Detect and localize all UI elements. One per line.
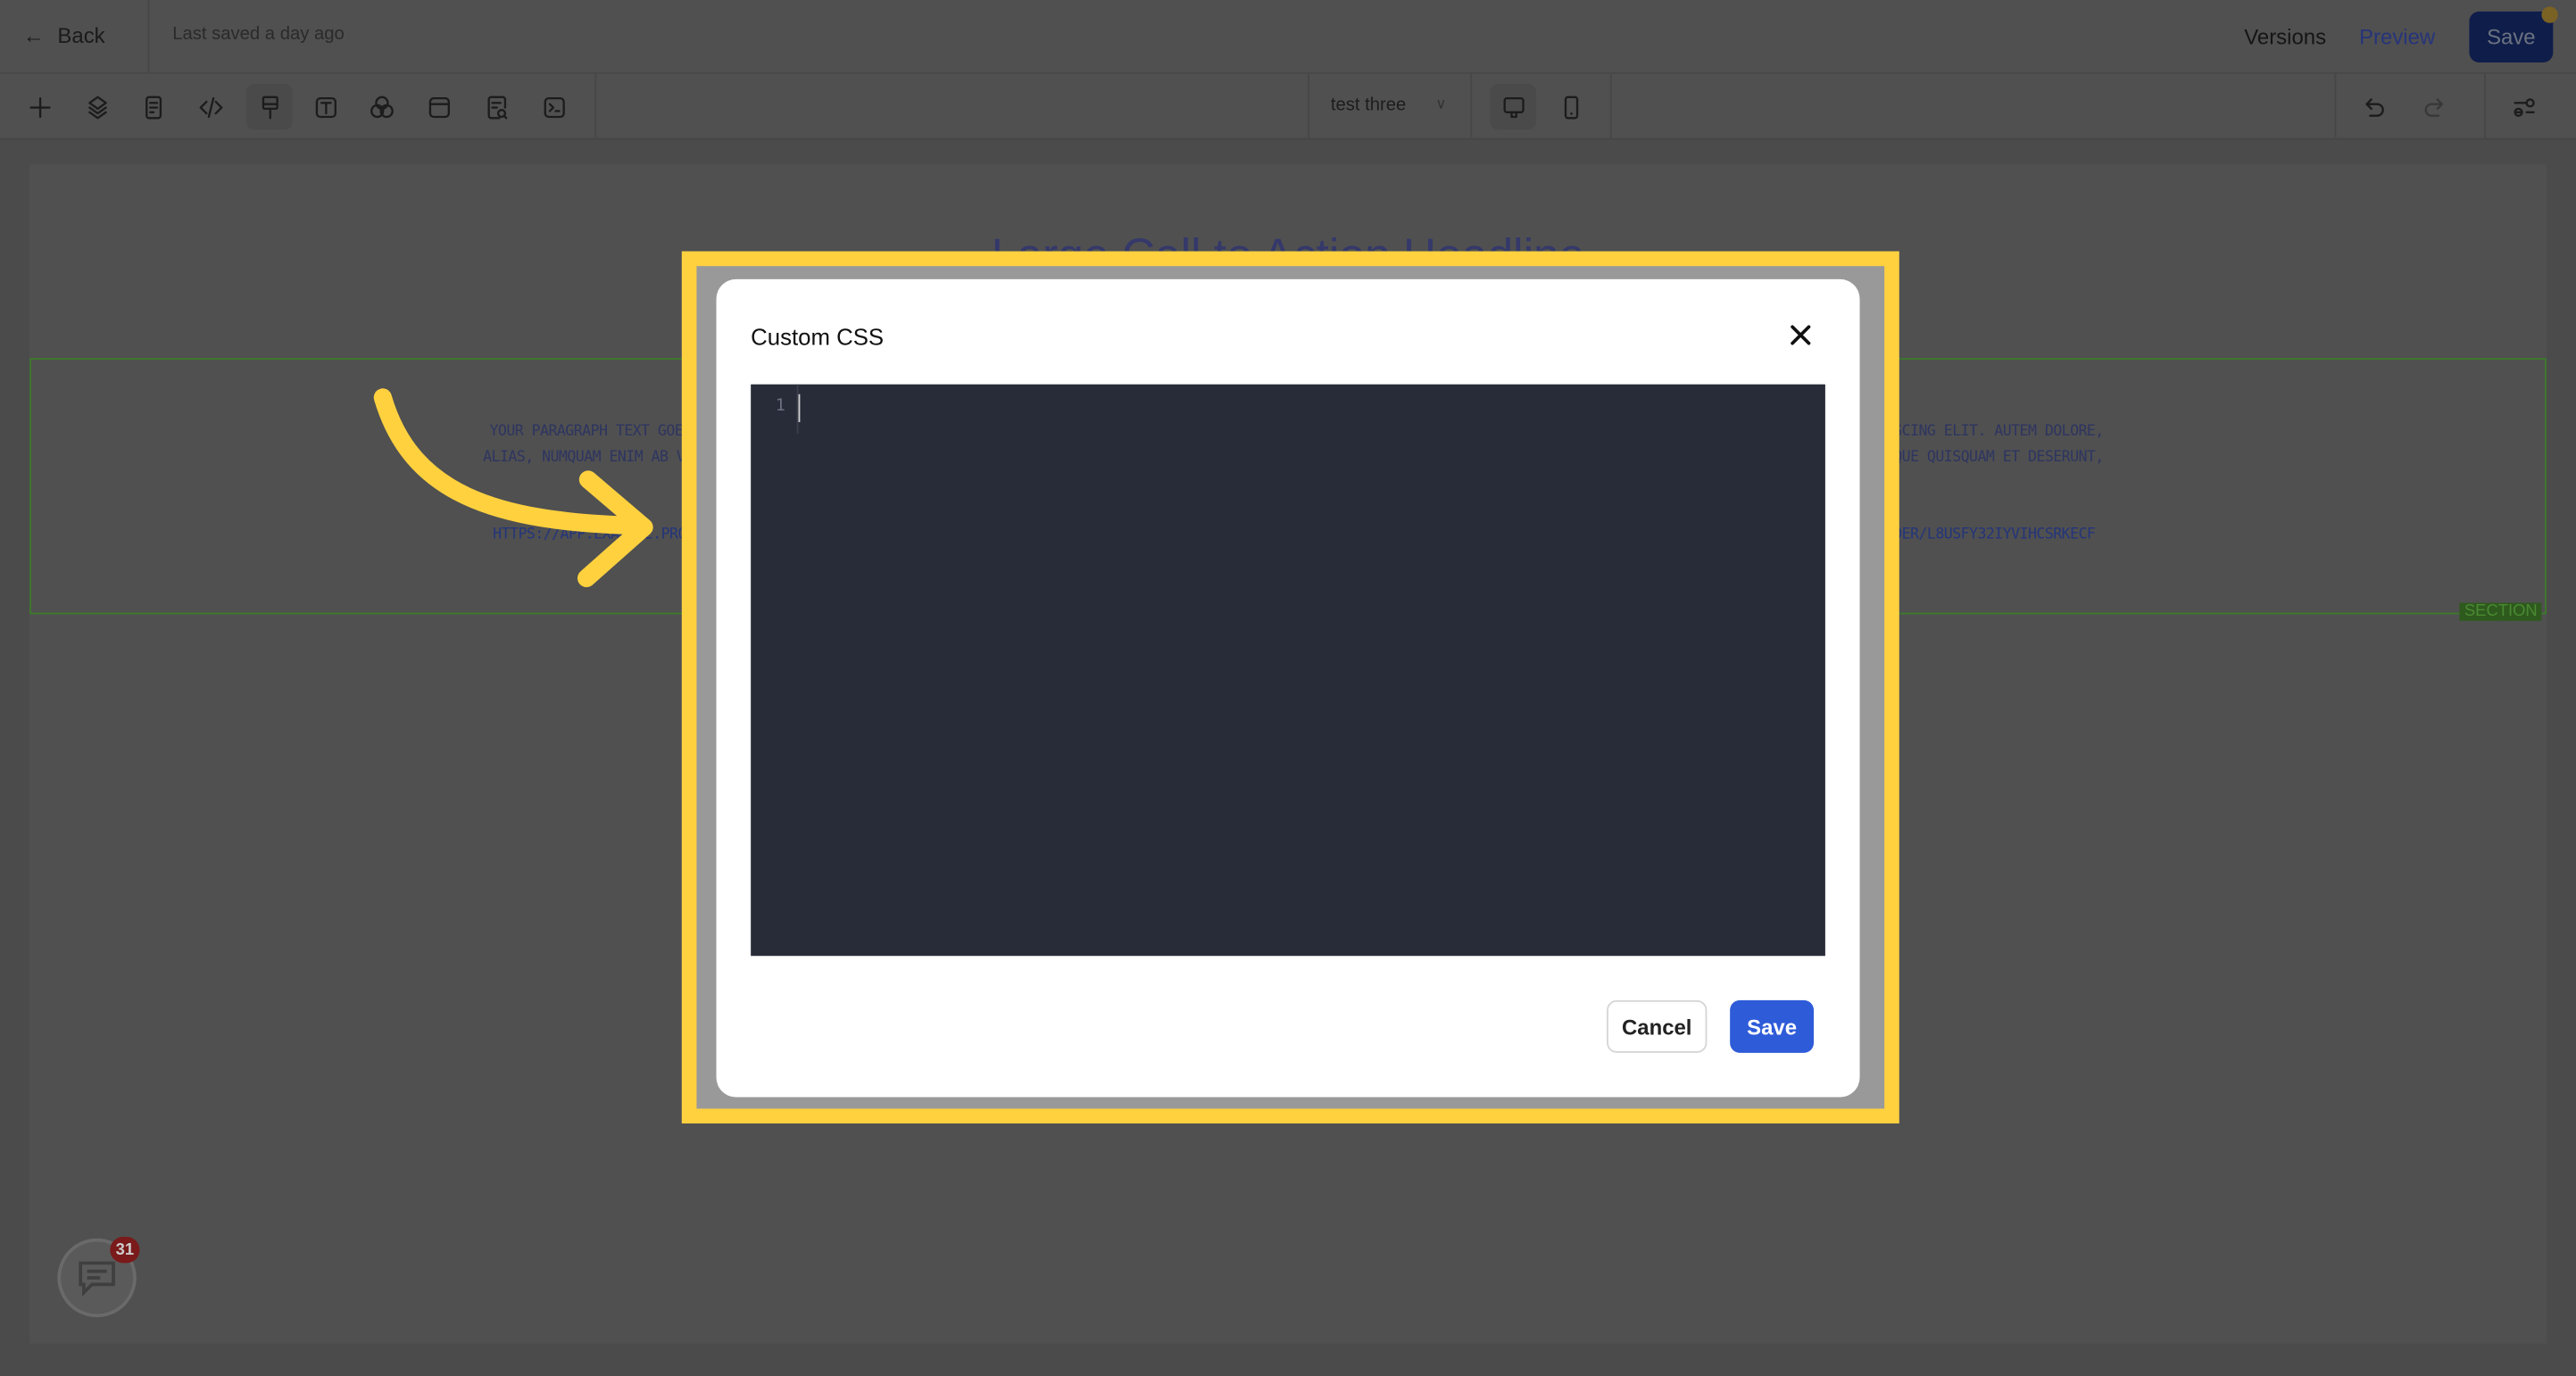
save-button[interactable]: Save (1730, 999, 1815, 1053)
css-editor[interactable]: 1 (751, 384, 1825, 957)
chat-icon (79, 1261, 115, 1297)
text-cursor (798, 394, 801, 423)
custom-css-modal: Custom CSS 1 Cancel Save (716, 278, 1860, 1098)
line-number: 1 (775, 397, 785, 416)
modal-title: Custom CSS (751, 323, 885, 351)
cancel-button[interactable]: Cancel (1607, 999, 1708, 1053)
chat-badge: 31 (110, 1236, 140, 1264)
close-icon[interactable] (1786, 320, 1816, 350)
